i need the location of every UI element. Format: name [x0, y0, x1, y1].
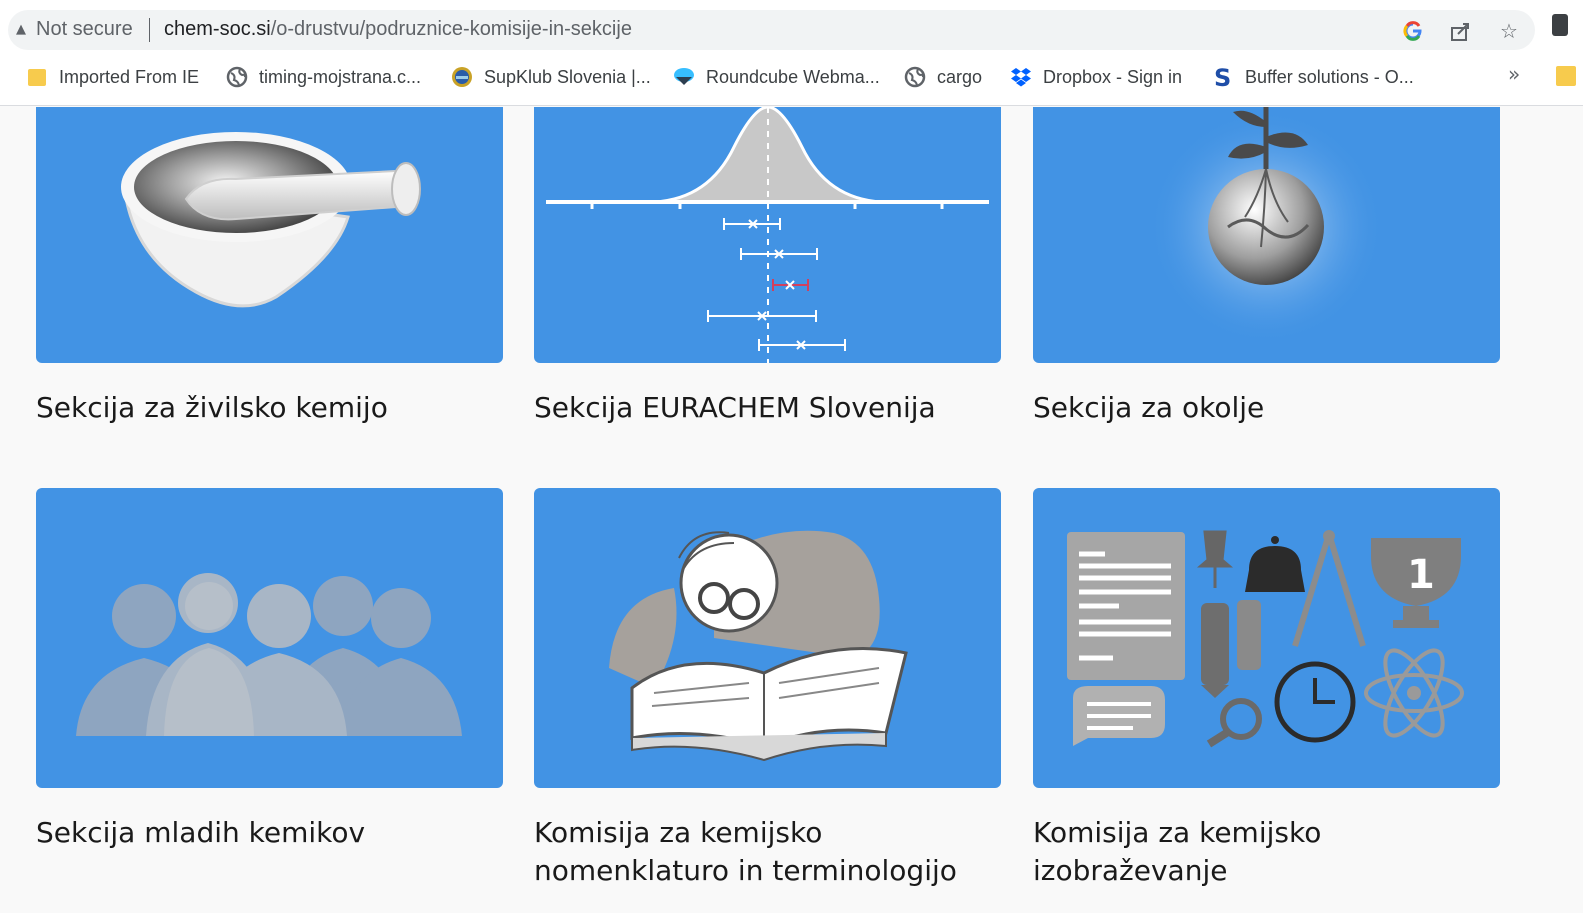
globe-icon [904, 66, 926, 88]
svg-text:S: S [1214, 65, 1231, 89]
card-title[interactable]: Komisija za kemijsko nomenklaturo in ter… [534, 814, 1024, 890]
supklub-icon [451, 66, 473, 88]
mortar-pestle-illustration[interactable] [36, 107, 503, 363]
bookmark-label: timing-mojstrana.c... [259, 66, 422, 87]
card-title[interactable]: Sekcija za živilsko kemijo [36, 389, 526, 427]
globe-icon [226, 66, 248, 88]
bookmark-label: Dropbox - Sign in [1043, 66, 1183, 87]
not-secure-icon[interactable]: ▲ [16, 22, 26, 37]
scholar-reading-book-illustration[interactable] [534, 488, 1001, 788]
other-bookmarks-folder-icon[interactable] [1556, 66, 1576, 86]
card-title[interactable]: Komisija za kemijsko izobraževanje [1033, 814, 1523, 890]
star-icon[interactable]: ☆ [1496, 18, 1522, 44]
bookmark-dropbox[interactable]: Dropbox - Sign in [1010, 62, 1182, 92]
chrome-divider [0, 105, 1583, 106]
bookmark-supklub[interactable]: SupKlub Slovenia |... [451, 62, 651, 92]
bookmark-label: Roundcube Webma... [706, 66, 880, 87]
bookmark-timing-mojstrana[interactable]: timing-mojstrana.c... [226, 62, 421, 92]
bookmark-label: Imported From IE [59, 66, 200, 87]
bookmark-label: Buffer solutions - O... [1245, 66, 1414, 87]
card-title[interactable]: Sekcija EURACHEM Slovenija [534, 389, 1024, 427]
roundcube-icon [673, 66, 695, 88]
address-bar[interactable]: ▲ Not secure chem-soc.si/o-drustvu/podru… [8, 10, 1535, 50]
globe-plant-illustration[interactable] [1033, 107, 1500, 363]
education-icons-illustration[interactable]: 1 [1033, 488, 1500, 788]
bookmark-buffer[interactable]: S Buffer solutions - O... [1212, 62, 1414, 92]
bookmark-label: cargo [937, 66, 983, 87]
bookmark-imported-from-ie[interactable]: Imported From IE [26, 62, 199, 92]
people-silhouettes-illustration[interactable] [36, 488, 503, 788]
url-host: chem-soc.si [164, 18, 271, 40]
buffer-icon: S [1212, 65, 1234, 89]
security-label[interactable]: Not secure [36, 18, 133, 41]
bookmark-roundcube[interactable]: Roundcube Webma... [673, 62, 880, 92]
folder-icon [26, 66, 48, 88]
distribution-error-bars-illustration[interactable] [534, 107, 1001, 363]
svg-text:1: 1 [1407, 552, 1435, 598]
address-divider [149, 18, 150, 42]
dropbox-icon [1010, 66, 1032, 88]
url-text[interactable]: chem-soc.si/o-drustvu/podruznice-komisij… [164, 18, 632, 41]
share-icon[interactable] [1448, 18, 1474, 44]
bookmarks-overflow-chevron-icon[interactable]: » [1508, 62, 1520, 86]
card-title[interactable]: Sekcija mladih kemikov [36, 814, 526, 852]
card-title[interactable]: Sekcija za okolje [1033, 389, 1523, 427]
extensions-icon[interactable] [1552, 14, 1568, 36]
browser-chrome: ▲ Not secure chem-soc.si/o-drustvu/podru… [0, 0, 1583, 106]
bookmark-cargo[interactable]: cargo [904, 62, 982, 92]
bookmark-label: SupKlub Slovenia |... [484, 66, 651, 87]
url-path: /o-drustvu/podruznice-komisije-in-sekcij… [270, 18, 632, 40]
google-icon[interactable] [1400, 18, 1426, 44]
